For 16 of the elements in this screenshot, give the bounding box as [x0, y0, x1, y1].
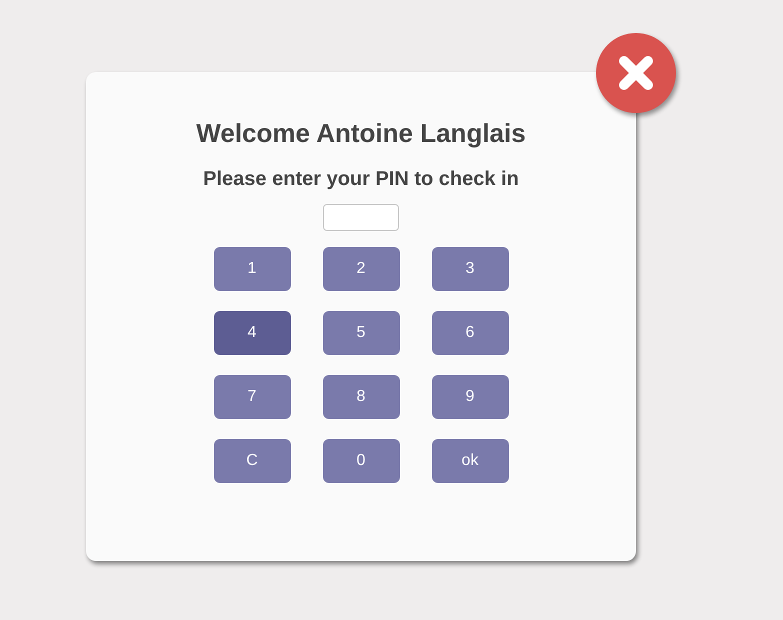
keypad-key[interactable]: ok [432, 439, 508, 483]
keypad-key[interactable]: C [214, 439, 290, 483]
keypad-key[interactable]: 0 [322, 439, 400, 483]
keypad-key[interactable]: 8 [322, 375, 400, 419]
keypad-key[interactable]: 1 [214, 247, 290, 291]
keypad-key[interactable]: 3 [432, 247, 508, 291]
pin-field[interactable] [323, 204, 399, 231]
keypad-key[interactable]: 7 [214, 375, 290, 419]
keypad-key[interactable]: 5 [322, 311, 400, 355]
keypad-key[interactable]: 4 [214, 311, 290, 355]
keypad-key[interactable]: 6 [432, 311, 508, 355]
pin-prompt: Please enter your PIN to check in [202, 167, 520, 191]
close-icon [618, 55, 654, 91]
welcome-title: Welcome Antoine Langlais [195, 118, 527, 149]
keypad-key[interactable]: 9 [432, 375, 508, 419]
keypad-key[interactable]: 2 [322, 247, 400, 291]
